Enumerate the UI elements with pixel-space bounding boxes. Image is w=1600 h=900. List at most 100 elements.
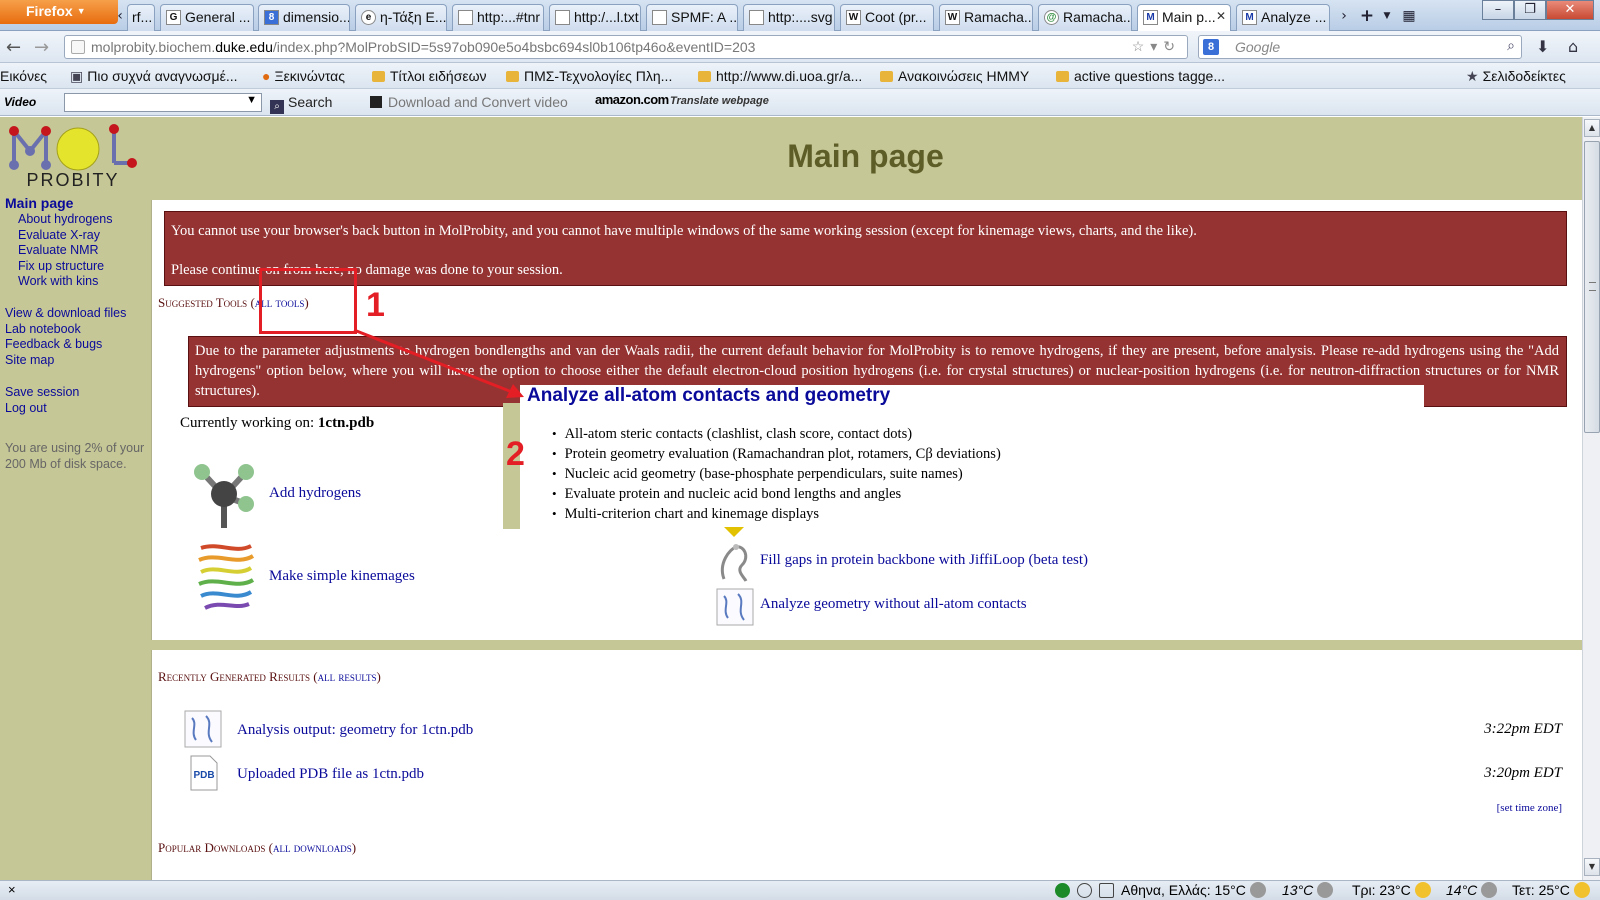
tab-1[interactable]: G General ...: [160, 4, 254, 31]
rss-folder-icon: [698, 71, 711, 82]
pdb-file-icon[interactable]: PDB: [190, 755, 218, 791]
tab-5[interactable]: http:/...l.txt: [549, 4, 641, 31]
restore-icon[interactable]: ❐: [1514, 0, 1546, 20]
site-identity-icon[interactable]: [71, 40, 85, 54]
kinemage-ribbon-icon[interactable]: [195, 540, 257, 612]
firefox-menu-button[interactable]: Firefox ▼: [0, 0, 118, 24]
search-icon[interactable]: ⌕: [1507, 37, 1515, 54]
sidebar-item-view-download-files[interactable]: View & download files: [5, 306, 126, 320]
bookmark-images[interactable]: Εικόνες: [0, 68, 47, 84]
sidebar-item-site-map[interactable]: Site map: [5, 353, 54, 367]
add-hydrogens-icon[interactable]: [188, 458, 260, 530]
analyze-contacts-link[interactable]: Analyze all-atom contacts and geometry: [527, 385, 890, 407]
close-findbar-icon[interactable]: ×: [8, 882, 16, 897]
sidebar-item-main-page[interactable]: Main page: [5, 195, 73, 211]
new-tab-button[interactable]: +: [1357, 4, 1377, 28]
result-link-uploaded-pdb[interactable]: Uploaded PDB file as 1ctn.pdb: [237, 766, 424, 783]
tab-12[interactable]: M Analyze ...: [1236, 4, 1330, 31]
weather-tuesday[interactable]: Τρι: 23°C: [1352, 882, 1431, 898]
status-green-icon[interactable]: [1055, 883, 1070, 898]
bookmark-getting-started[interactable]: ● Ξεκινώντας: [262, 68, 345, 84]
tab-7[interactable]: http:....svg: [743, 4, 835, 31]
sidebar-item-feedback-bugs[interactable]: Feedback & bugs: [5, 337, 102, 351]
calendar-icon[interactable]: [1099, 883, 1114, 898]
search-bar[interactable]: 8 Google ⌕: [1198, 35, 1522, 59]
bookmark-most-visited[interactable]: ▣ Πιο συχνά αναγνωσμέ...: [70, 68, 238, 85]
analysis-output-icon[interactable]: [184, 710, 222, 748]
list-tabs-icon[interactable]: ▼: [1380, 4, 1394, 28]
download-convert-button[interactable]: Download and Convert video: [370, 94, 568, 110]
page-scrollbar[interactable]: ▲ ▼: [1582, 117, 1600, 880]
geometry-analysis-icon[interactable]: [716, 588, 754, 626]
tab-9[interactable]: W Ramacha...: [939, 4, 1033, 31]
bookmark-pms[interactable]: ΠΜΣ-Τεχνολογίες Πλη...: [506, 68, 672, 84]
weather-current[interactable]: Αθηνα, Ελλάς: 15°C: [1121, 882, 1266, 898]
tab-favicon: M: [1242, 10, 1257, 25]
make-kinemages-link[interactable]: Make simple kinemages: [269, 568, 415, 585]
bookmark-headlines[interactable]: Τίτλοι ειδήσεων: [372, 68, 487, 84]
add-hydrogens-link[interactable]: Add hydrogens: [269, 485, 361, 502]
sidebar-item-evaluate-xray[interactable]: Evaluate X-ray: [18, 228, 100, 242]
minimize-icon[interactable]: –: [1482, 0, 1514, 20]
tab-2[interactable]: 8 dimensio...: [258, 4, 350, 31]
sidebar: PROBITY Main page About hydrogens Evalua…: [0, 117, 151, 880]
sidebar-item-save-session[interactable]: Save session: [5, 385, 79, 399]
tab-8[interactable]: W Coot (pr...: [840, 4, 934, 31]
result-link-analysis[interactable]: Analysis output: geometry for 1ctn.pdb: [237, 722, 473, 739]
chevron-down-icon[interactable]: ▼: [246, 94, 257, 106]
sidebar-item-about-hydrogens[interactable]: About hydrogens: [18, 212, 113, 226]
bookmarks-menu-button[interactable]: ★ Σελιδοδείκτες: [1466, 68, 1566, 85]
bookmark-di-uoa[interactable]: http://www.di.uoa.gr/a...: [698, 68, 862, 84]
tab-scroll-right-button[interactable]: ›: [1337, 4, 1351, 28]
set-time-zone-link[interactable]: [set time zone]: [1497, 802, 1562, 814]
close-tab-icon[interactable]: ✕: [1216, 9, 1226, 23]
weather-tonight[interactable]: 13°C: [1282, 882, 1334, 898]
scroll-down-icon[interactable]: ▼: [1584, 858, 1600, 876]
tab-10[interactable]: @ Ramacha...: [1038, 4, 1132, 31]
weather-tuesday-night[interactable]: 14°C: [1446, 882, 1498, 898]
moon-icon: [1481, 882, 1498, 898]
back-arrow-icon[interactable]: ←: [6, 37, 21, 58]
translate-webpage-button[interactable]: Translate webpage: [670, 95, 769, 107]
video-search-input[interactable]: ▼: [64, 93, 262, 112]
clock-icon[interactable]: [1077, 883, 1092, 898]
search-engine-icon[interactable]: 8: [1203, 39, 1219, 55]
tab-scroll-left-button[interactable]: ‹: [113, 4, 127, 28]
jiffiloop-icon[interactable]: [716, 543, 752, 583]
sidebar-item-evaluate-nmr[interactable]: Evaluate NMR: [18, 243, 99, 257]
all-results-link[interactable]: all results: [318, 669, 377, 684]
home-icon[interactable]: ⌂: [1568, 37, 1578, 56]
bookmark-hmmy[interactable]: Ανακοινώσεις ΗΜΜΥ: [880, 68, 1029, 84]
scroll-thumb[interactable]: [1584, 141, 1600, 433]
all-downloads-link[interactable]: all downloads: [273, 840, 352, 855]
sidebar-item-lab-notebook[interactable]: Lab notebook: [5, 322, 81, 336]
downloads-icon[interactable]: ⬇: [1536, 37, 1549, 56]
tab-favicon: W: [945, 10, 960, 25]
back-button-warning: You cannot use your browser's back butto…: [164, 211, 1567, 286]
jiffiloop-link[interactable]: Fill gaps in protein backbone with Jiffi…: [760, 552, 1088, 569]
geometry-without-contacts-link[interactable]: Analyze geometry without all-atom contac…: [760, 596, 1027, 613]
tab-favicon: 8: [264, 10, 279, 25]
sidebar-item-log-out[interactable]: Log out: [5, 401, 47, 415]
molprobity-logo-icon[interactable]: PROBITY: [4, 121, 142, 189]
bookmark-star-icon[interactable]: ☆▾↻: [1132, 38, 1181, 55]
video-toolbar: Video ▼ ⌕ Search Download and Convert vid…: [0, 89, 1600, 116]
forward-arrow-icon[interactable]: →: [34, 37, 49, 58]
tab-label: Ramacha...: [964, 9, 1033, 25]
url-bar[interactable]: molprobity.biochem.duke.edu/index.php?Mo…: [64, 35, 1188, 59]
weather-wednesday[interactable]: Τετ: 25°C: [1512, 882, 1590, 898]
tab-groups-icon[interactable]: ▦: [1400, 4, 1418, 28]
tab-11-active[interactable]: M Main p... ✕: [1137, 4, 1231, 32]
tab-4[interactable]: http:...#tnr: [452, 4, 544, 31]
scroll-up-icon[interactable]: ▲: [1584, 119, 1600, 137]
tab-0[interactable]: rf...: [127, 4, 155, 31]
tab-6[interactable]: SPMF: A ...: [646, 4, 738, 31]
tab-3[interactable]: e η-Τάξη Ε...: [355, 4, 447, 31]
close-window-icon[interactable]: ✕: [1546, 0, 1594, 20]
tab-favicon: M: [1143, 10, 1158, 25]
amazon-logo[interactable]: amazon.com: [595, 92, 669, 107]
sidebar-item-fix-up-structure[interactable]: Fix up structure: [18, 259, 104, 273]
bookmark-active-questions[interactable]: active questions tagge...: [1056, 68, 1225, 84]
video-search-button[interactable]: ⌕ Search: [270, 94, 332, 114]
sidebar-item-work-with-kins[interactable]: Work with kins: [18, 274, 98, 288]
